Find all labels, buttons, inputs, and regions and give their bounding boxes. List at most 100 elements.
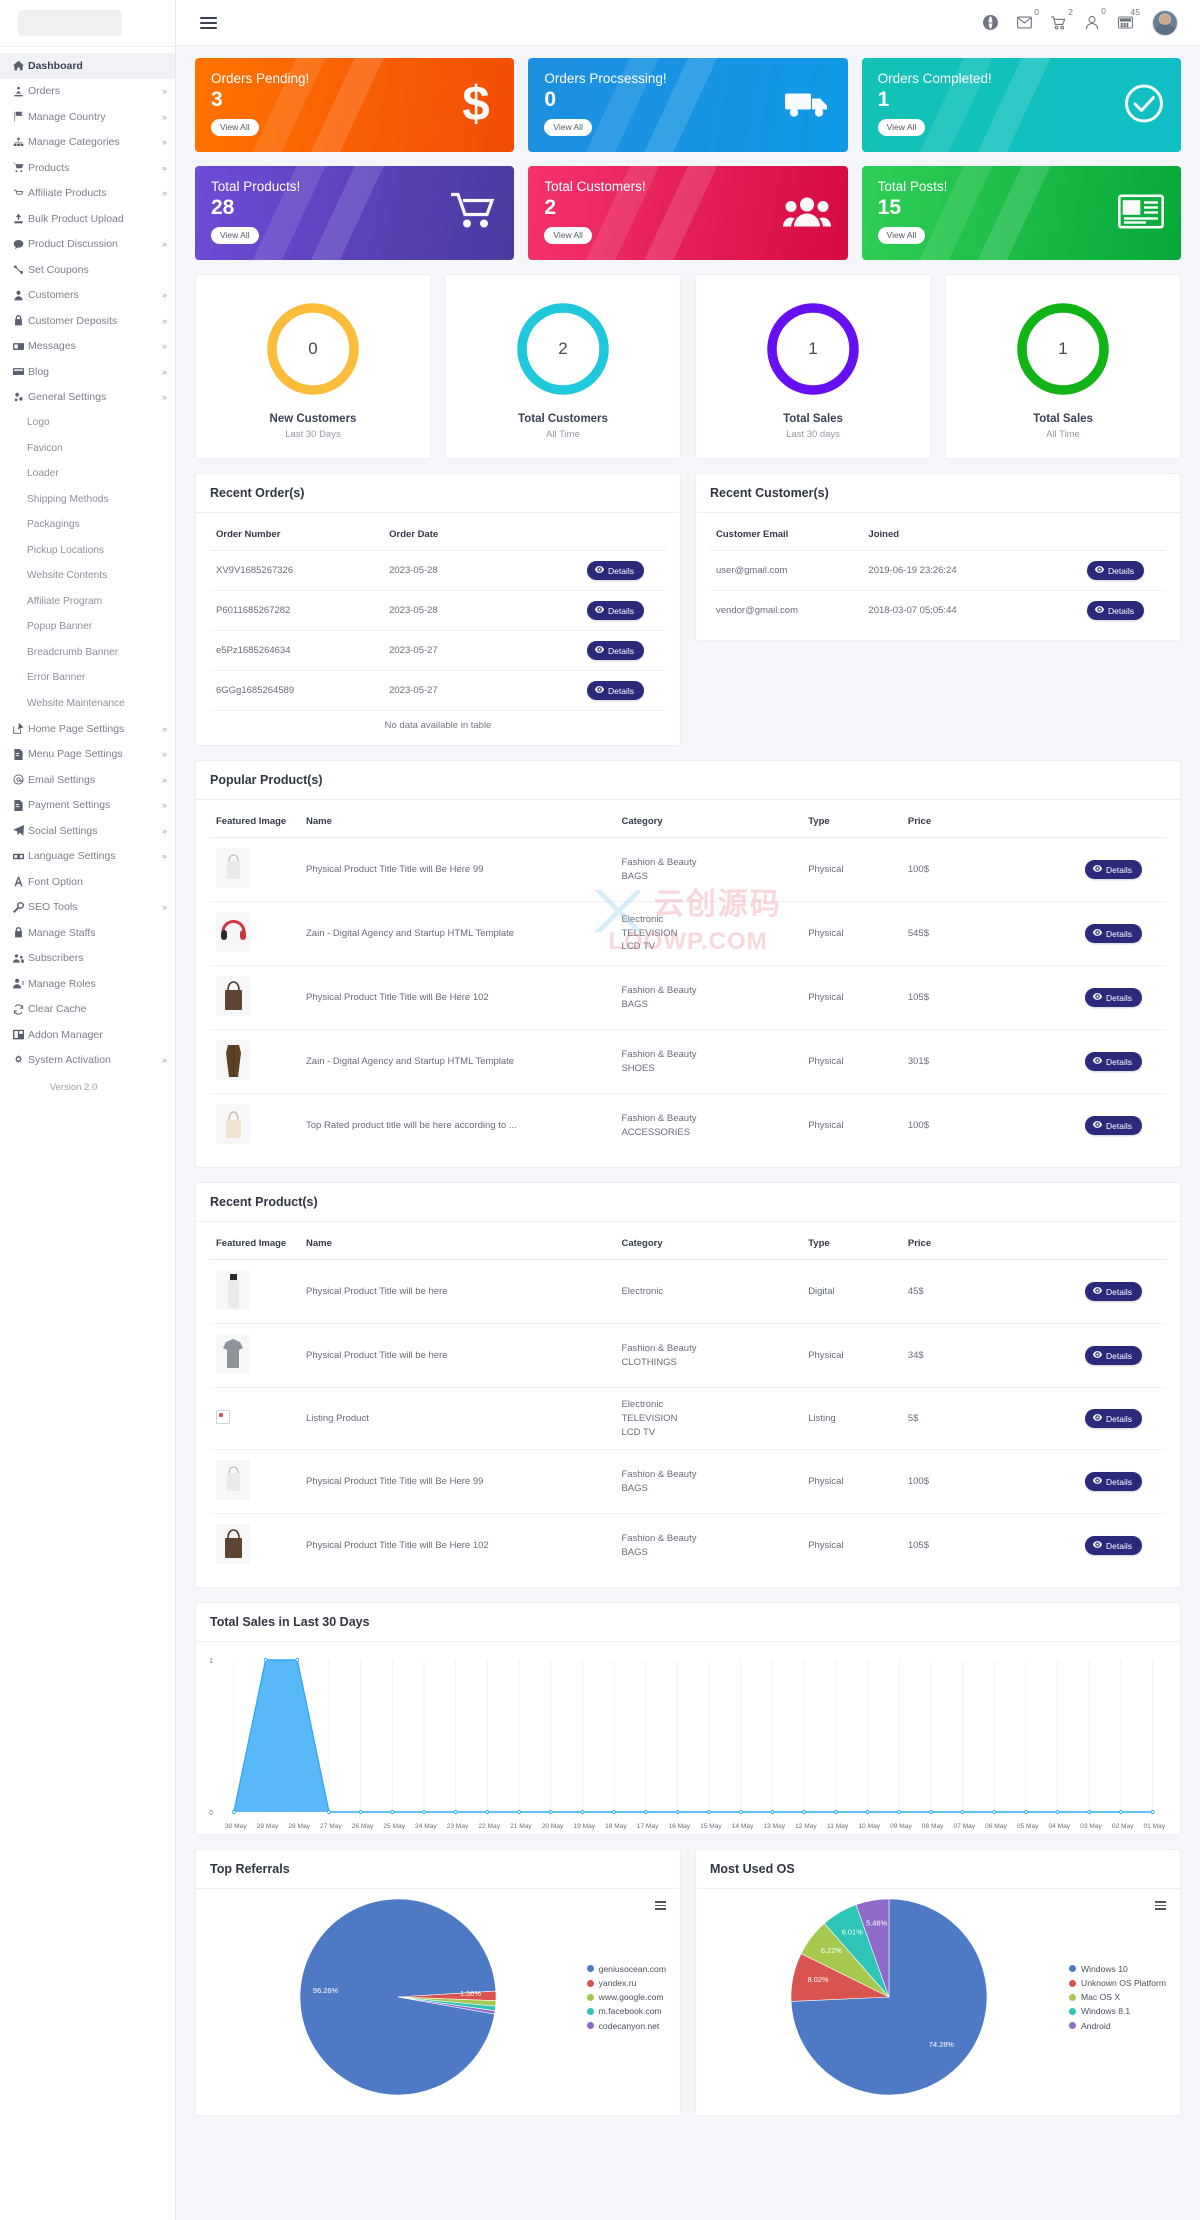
sidebar-subitem-loader[interactable]: Loader <box>0 461 175 487</box>
calculator-icon[interactable]: 45 <box>1118 16 1133 29</box>
sidebar-subitem-website-maintenance[interactable]: Website Maintenance <box>0 691 175 717</box>
chart-menu-icon[interactable] <box>655 1901 666 1910</box>
sidebar-subitem-shipping-methods[interactable]: Shipping Methods <box>0 487 175 513</box>
sidebar-subitem-website-contents[interactable]: Website Contents <box>0 563 175 589</box>
view-all-button[interactable]: View All <box>878 119 926 136</box>
details-button[interactable]: Details <box>587 561 644 580</box>
legend-label: geniusocean.com <box>599 1962 666 1976</box>
chevron-right-icon: » <box>162 341 166 351</box>
view-all-button[interactable]: View All <box>211 119 259 136</box>
x-tick-label: 08 May <box>917 1823 949 1830</box>
details-button[interactable]: Details <box>587 641 644 660</box>
details-button[interactable]: Details <box>1085 1409 1142 1428</box>
sidebar-item-blog[interactable]: Blog» <box>0 359 175 385</box>
sidebar-item-social-settings[interactable]: Social Settings» <box>0 818 175 844</box>
chart-menu-icon[interactable] <box>1155 1901 1166 1910</box>
sidebar-item-product-discussion[interactable]: Product Discussion» <box>0 232 175 258</box>
sidebar-item-general-settings[interactable]: General Settings» <box>0 385 175 411</box>
sidebar-subitem-favicon[interactable]: Favicon <box>0 436 175 462</box>
sidebar-subitem-error-banner[interactable]: Error Banner <box>0 665 175 691</box>
chevron-right-icon: » <box>162 112 166 122</box>
legend-item[interactable]: Windows 10 <box>1069 1962 1166 1976</box>
details-button[interactable]: Details <box>1087 561 1144 580</box>
sidebar-item-language-settings[interactable]: Language Settings» <box>0 844 175 870</box>
details-button[interactable]: Details <box>1085 988 1142 1007</box>
details-button[interactable]: Details <box>1085 1116 1142 1135</box>
sidebar-subitem-breadcrumb-banner[interactable]: Breadcrumb Banner <box>0 640 175 666</box>
sidebar-subitem-logo[interactable]: Logo <box>0 410 175 436</box>
brand-logo-area[interactable] <box>0 0 175 46</box>
sidebar-item-system-activation[interactable]: System Activation» <box>0 1048 175 1074</box>
sidebar-item-bulk-product-upload[interactable]: Bulk Product Upload <box>0 206 175 232</box>
sidebar-item-email-settings[interactable]: Email Settings» <box>0 767 175 793</box>
x-tick-label: 02 May <box>1107 1823 1139 1830</box>
cell-name: Physical Product Title will be here <box>300 1324 615 1388</box>
details-button[interactable]: Details <box>1085 1536 1142 1555</box>
details-button[interactable]: Details <box>1085 1346 1142 1365</box>
sidebar-item-label: Subscribers <box>28 952 166 964</box>
sidebar-item-subscribers[interactable]: Subscribers <box>0 946 175 972</box>
details-button[interactable]: Details <box>1085 1052 1142 1071</box>
details-button[interactable]: Details <box>1085 1282 1142 1301</box>
sidebar-item-addon-manager[interactable]: Addon Manager <box>0 1022 175 1048</box>
category-line: Fashion & Beauty <box>621 1342 798 1356</box>
sidebar-item-home-page-settings[interactable]: Home Page Settings» <box>0 716 175 742</box>
comment-icon <box>13 239 28 250</box>
legend-item[interactable]: Mac OS X <box>1069 1990 1166 2004</box>
legend-item[interactable]: Android <box>1069 2019 1166 2033</box>
donut-label: Total Sales <box>706 413 920 425</box>
avatar[interactable] <box>1152 10 1178 36</box>
legend-item[interactable]: www.google.com <box>587 1990 666 2004</box>
sidebar-item-clear-cache[interactable]: Clear Cache <box>0 997 175 1023</box>
user-icon[interactable]: 0 <box>1085 15 1099 30</box>
sidebar-item-customer-deposits[interactable]: Customer Deposits» <box>0 308 175 334</box>
details-button-label: Details <box>608 686 634 696</box>
sidebar-item-dashboard[interactable]: Dashboard <box>0 53 175 79</box>
details-button[interactable]: Details <box>1085 1472 1142 1491</box>
sidebar-item-font-option[interactable]: Font Option <box>0 869 175 895</box>
view-all-button[interactable]: View All <box>544 119 592 136</box>
sidebar-item-orders[interactable]: Orders» <box>0 79 175 105</box>
details-button[interactable]: Details <box>587 681 644 700</box>
recent-products-table: Featured ImageNameCategoryTypePrice Phys… <box>210 1228 1166 1577</box>
details-button[interactable]: Details <box>1085 860 1142 879</box>
globe-icon[interactable] <box>983 15 998 30</box>
view-all-button[interactable]: View All <box>544 227 592 244</box>
sidebar-item-manage-categories[interactable]: Manage Categories» <box>0 130 175 156</box>
sidebar-item-payment-settings[interactable]: Payment Settings» <box>0 793 175 819</box>
sidebar-subitem-popup-banner[interactable]: Popup Banner <box>0 614 175 640</box>
cart-icon[interactable]: 2 <box>1051 16 1066 30</box>
sidebar-item-affiliate-products[interactable]: Affiliate Products» <box>0 181 175 207</box>
table-row: Physical Product Title will be here Fashi… <box>210 1324 1166 1388</box>
envelope-icon[interactable]: 0 <box>1017 16 1032 29</box>
sidebar-item-messages[interactable]: Messages» <box>0 334 175 360</box>
legend-color-dot <box>1069 1980 1076 1987</box>
sidebar-item-seo-tools[interactable]: SEO Tools» <box>0 895 175 921</box>
legend-item[interactable]: codecanyon.net <box>587 2019 666 2033</box>
svg-text:8.02%: 8.02% <box>808 1975 829 1984</box>
details-button[interactable]: Details <box>1085 924 1142 943</box>
sidebar-subitem-packagings[interactable]: Packagings <box>0 512 175 538</box>
legend-item[interactable]: Windows 8.1 <box>1069 2004 1166 2018</box>
sidebar-item-manage-staffs[interactable]: Manage Staffs <box>0 920 175 946</box>
sidebar-subitem-affiliate-program[interactable]: Affiliate Program <box>0 589 175 615</box>
details-button[interactable]: Details <box>1087 601 1144 620</box>
hamburger-menu-icon[interactable] <box>196 13 221 33</box>
legend-item[interactable]: Unknown OS Platform <box>1069 1976 1166 1990</box>
legend-item[interactable]: yandex.ru <box>587 1976 666 1990</box>
sidebar-item-manage-country[interactable]: Manage Country» <box>0 104 175 130</box>
affiliate-cart-icon <box>13 188 28 199</box>
view-all-button[interactable]: View All <box>211 227 259 244</box>
sidebar-item-menu-page-settings[interactable]: Menu Page Settings» <box>0 742 175 768</box>
donut-chart: 1 <box>1013 299 1113 399</box>
legend-item[interactable]: geniusocean.com <box>587 1962 666 1976</box>
view-all-button[interactable]: View All <box>878 227 926 244</box>
sidebar-item-set-coupons[interactable]: Set Coupons <box>0 257 175 283</box>
sidebar-version: Version 2.0 <box>0 1082 175 1093</box>
sidebar-subitem-pickup-locations[interactable]: Pickup Locations <box>0 538 175 564</box>
details-button[interactable]: Details <box>587 601 644 620</box>
sidebar-item-manage-roles[interactable]: Manage Roles <box>0 971 175 997</box>
legend-item[interactable]: m.facebook.com <box>587 2004 666 2018</box>
sidebar-item-customers[interactable]: Customers» <box>0 283 175 309</box>
sidebar-item-products[interactable]: Products» <box>0 155 175 181</box>
